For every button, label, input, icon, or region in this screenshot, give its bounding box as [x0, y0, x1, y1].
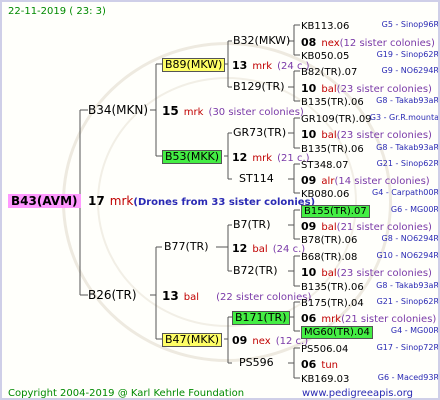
gen3-item[interactable]: B171(TR)	[232, 311, 290, 325]
gen4-name[interactable]: MG60(TR).04	[301, 326, 373, 339]
root-info: 17 mrk(Drones from 33 sister colonies)	[88, 194, 315, 209]
gen4-row[interactable]: B135(TR).06 G8 - Takab93aR	[301, 279, 439, 293]
gen4-origin: G6 - MG00R	[390, 205, 439, 214]
gen4-row[interactable]: B175(TR).04 G21 - Sinop62R	[301, 295, 439, 309]
gen4-row[interactable]: B155(TR).07 G6 - MG00R	[301, 203, 439, 218]
gen4-name[interactable]: B82(TR).07	[301, 67, 357, 78]
root-colonies: (Drones from 33 sister colonies)	[133, 197, 316, 208]
gen3-item[interactable]: B129(TR)	[233, 81, 285, 93]
gen4-origin: G17 - Sinop72R	[376, 343, 439, 352]
gen4-row[interactable]: KB113.06 G5 - Sinop96R	[301, 18, 439, 32]
gen2-b47-info: 09 nex (12 c.)	[232, 334, 309, 348]
gen3-item[interactable]: ST114	[239, 173, 274, 185]
header-date: 22-11-2019 ( 23: 3)	[8, 6, 106, 17]
gen4-name[interactable]: KB169.03	[301, 374, 349, 385]
gen4-origin: G8 - Takab93aR	[376, 143, 439, 152]
gen4-origin: G21 - Sinop62R	[376, 297, 439, 306]
gen4-origin: G6 - Maced93R	[377, 373, 439, 382]
pedigree-chart: 22-11-2019 ( 23: 3) Copyright 2004-2019 …	[0, 0, 440, 400]
gen4-origin: G10 - NO6294R	[376, 251, 439, 260]
root-queen[interactable]: B43(AVM)	[8, 194, 81, 208]
gen4-origin: G9 - NO6294R	[381, 66, 439, 75]
gen4-name[interactable]: B68(TR).08	[301, 252, 357, 263]
gen4-origin: G8 - Takab93aR	[376, 96, 439, 105]
gen3-item[interactable]: B7(TR)	[233, 219, 271, 231]
gen4-row[interactable]: B78(TR).06 G8 - NO6294R	[301, 232, 439, 246]
gen4-row[interactable]: B82(TR).07 G9 - NO6294R	[301, 64, 439, 78]
footer-site[interactable]: www.pedigreeapis.org	[302, 388, 413, 398]
gen4-row[interactable]: ST348.07 G21 - Sinop62R	[301, 157, 439, 171]
gen4-origin: G3 - Gr.R.mounta	[369, 113, 439, 122]
gen4-row[interactable]: KB050.05 G19 - Sinop62R	[301, 48, 439, 62]
gen4-name[interactable]: KB080.06	[301, 189, 349, 200]
gen4-row[interactable]: KB169.03 G6 - Maced93R	[301, 371, 439, 385]
gen2-b77[interactable]: B77(TR)	[164, 241, 209, 253]
gen3-item[interactable]: B32(MKW)	[233, 35, 290, 47]
gen4-origin: G21 - Sinop62R	[376, 159, 439, 168]
gen4-name[interactable]: PS506.04	[301, 344, 348, 355]
gen4-origin: G8 - NO6294R	[381, 234, 439, 243]
gen2-b77-info: 12 bal (24 c.)	[232, 242, 306, 256]
root-count: 17	[88, 194, 105, 208]
gen2-b89[interactable]: B89(MKW)	[162, 58, 226, 72]
gen1-sire[interactable]: B34(MKN)	[88, 104, 148, 116]
gen4-row[interactable]: PS506.04 G17 - Sinop72R	[301, 341, 439, 355]
gen3-info: 06 tun	[301, 358, 339, 372]
gen4-row[interactable]: B135(TR).06 G8 - Takab93aR	[301, 94, 439, 108]
gen3-info: 10 bal(23 sister colonies)	[301, 128, 432, 142]
gen4-name[interactable]: GR109(TR).09	[301, 114, 372, 125]
gen4-name[interactable]: KB113.06	[301, 21, 349, 32]
gen4-origin: G8 - Takab93aR	[376, 281, 439, 290]
gen4-name[interactable]: B135(TR).06	[301, 144, 364, 155]
gen4-name[interactable]: KB050.05	[301, 51, 349, 62]
gen4-origin: G5 - Sinop96R	[381, 20, 439, 29]
gen2-b47[interactable]: B47(MKK)	[162, 333, 223, 347]
gen4-row[interactable]: MG60(TR).04 G4 - MG00R	[301, 324, 439, 339]
gen1-dam-info: 13 bal (22 sister colonies)	[162, 289, 312, 303]
gen4-name[interactable]: ST348.07	[301, 160, 348, 171]
root-unit: mrk	[109, 194, 134, 208]
gen3-item[interactable]: GR73(TR)	[233, 127, 286, 139]
gen4-name[interactable]: B175(TR).04	[301, 298, 364, 309]
gen4-name[interactable]: B155(TR).07	[301, 205, 370, 218]
gen3-info: 10 bal(23 sister colonies)	[301, 266, 432, 280]
gen2-b53-info: 12 mrk (21 c.)	[232, 151, 310, 165]
gen4-name[interactable]: B135(TR).06	[301, 97, 364, 108]
gen4-origin: G19 - Sinop62R	[376, 50, 439, 59]
gen4-row[interactable]: GR109(TR).09 G3 - Gr.R.mounta	[301, 111, 439, 125]
gen4-origin: G4 - Carpath00R	[372, 188, 439, 197]
gen4-row[interactable]: B68(TR).08 G10 - NO6294R	[301, 249, 439, 263]
gen1-sire-info: 15 mrk (30 sister colonies)	[162, 104, 304, 118]
gen4-row[interactable]: KB080.06 G4 - Carpath00R	[301, 186, 439, 200]
gen4-name[interactable]: B135(TR).06	[301, 282, 364, 293]
gen3-item[interactable]: PS596	[239, 357, 274, 369]
gen4-origin: G4 - MG00R	[390, 326, 439, 335]
gen4-name[interactable]: B78(TR).06	[301, 235, 357, 246]
gen2-b89-info: 13 mrk (24 c.)	[232, 59, 310, 73]
gen3-item[interactable]: B72(TR)	[233, 265, 278, 277]
gen4-row[interactable]: B135(TR).06 G8 - Takab93aR	[301, 141, 439, 155]
footer-copyright: Copyright 2004-2019 @ Karl Kehrle Founda…	[8, 388, 245, 399]
gen2-b53[interactable]: B53(MKK)	[162, 150, 223, 164]
gen1-dam[interactable]: B26(TR)	[88, 289, 137, 301]
